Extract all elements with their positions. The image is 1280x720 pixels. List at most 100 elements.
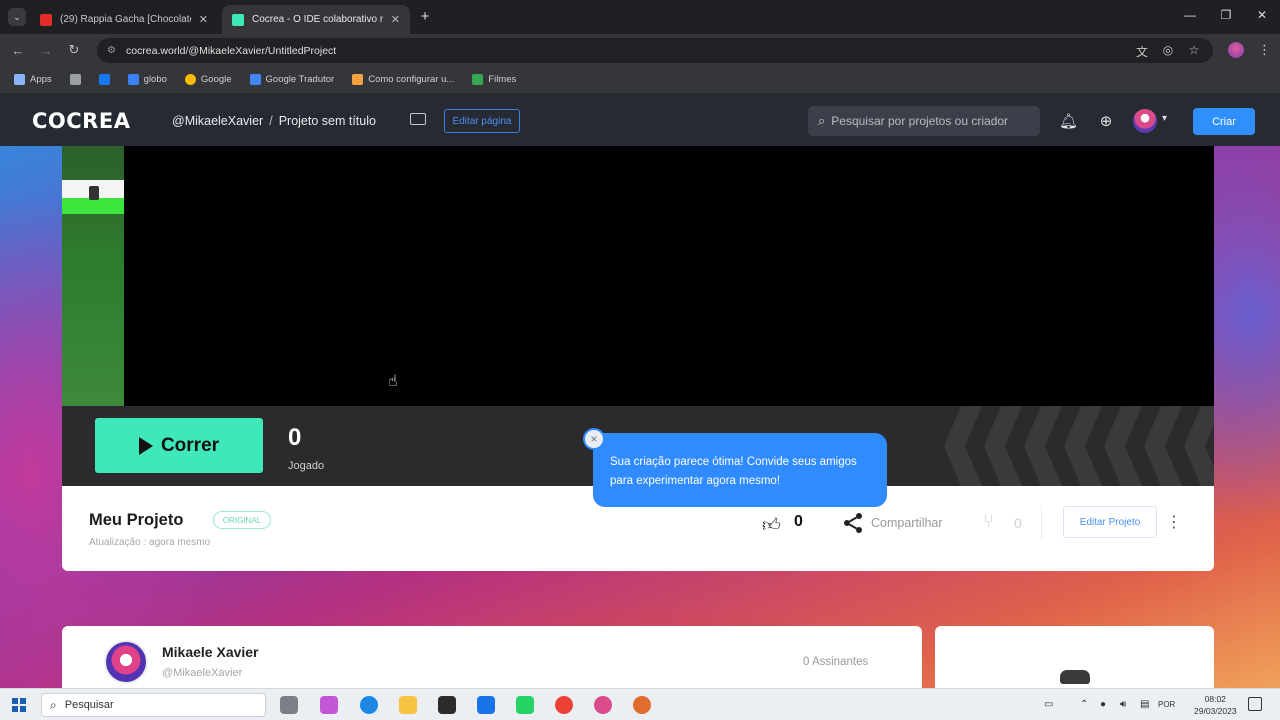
bookmark-filmes[interactable]: Filmes: [472, 74, 516, 85]
site-info-icon[interactable]: ⚙: [107, 45, 116, 56]
facebook-icon: [98, 74, 110, 85]
eye-off-icon[interactable]: ◎: [1160, 43, 1176, 57]
tab-close-icon[interactable]: ✕: [391, 13, 400, 26]
task-view-icon[interactable]: [280, 696, 298, 714]
tray-chevron-icon[interactable]: ⌃: [1080, 699, 1088, 710]
breadcrumb-user[interactable]: @MikaeleXavier: [172, 114, 263, 128]
taskbar-search-placeholder: Pesquisar: [64, 699, 114, 711]
tab-label: (29) Rappia Gacha [Chocolate: [60, 14, 191, 25]
bookmark-grid[interactable]: [69, 74, 81, 85]
network-icon[interactable]: ▤: [1140, 699, 1149, 710]
play-icon: [138, 436, 153, 455]
bell-icon[interactable]: 🔔︎: [1059, 112, 1078, 130]
google-translate-icon: [249, 74, 261, 85]
url-text: cocrea.world/@MikaeleXavier/UntitledProj…: [125, 44, 337, 57]
avatar[interactable]: [1133, 109, 1157, 133]
language-indicator[interactable]: POR: [1158, 700, 1175, 709]
bookmark-label: Google Tradutor: [265, 74, 335, 85]
apps-grid-icon: [14, 74, 25, 85]
hand-cursor-icon: ☝: [388, 373, 398, 390]
breadcrumb-project[interactable]: Projeto sem título: [279, 114, 376, 128]
bookmark-label: Filmes: [488, 74, 517, 85]
bookmark-apps[interactable]: Apps: [14, 74, 52, 85]
edit-project-button[interactable]: Editar Projeto: [1063, 506, 1157, 538]
run-button[interactable]: Correr: [95, 418, 263, 473]
file-explorer-icon[interactable]: [399, 696, 417, 714]
back-icon[interactable]: ←: [10, 42, 26, 58]
outlook-icon[interactable]: [477, 696, 495, 714]
bookmark-facebook[interactable]: [98, 74, 110, 85]
tab-search-icon[interactable]: ⌄: [8, 8, 26, 26]
subscriber-count: 0 Assinantes: [803, 656, 869, 668]
tooltip-close-icon[interactable]: ×: [583, 428, 605, 450]
project-updated: Atualização : agora mesmo: [89, 537, 211, 548]
browser-menu-icon[interactable]: ⋮: [1258, 42, 1271, 58]
restore-icon[interactable]: ❐: [1216, 8, 1236, 22]
windows-start-icon[interactable]: [12, 698, 26, 712]
game-preview-strip: [62, 146, 124, 406]
clock-time: 08:02: [1204, 694, 1226, 704]
reload-icon[interactable]: ↻: [66, 42, 82, 58]
original-badge: ORIGINAL: [213, 511, 271, 529]
minimize-icon[interactable]: —: [1180, 8, 1200, 22]
forward-icon[interactable]: →: [38, 42, 54, 58]
translate-icon[interactable]: 文: [1134, 43, 1150, 60]
edge-icon[interactable]: [360, 696, 378, 714]
store-icon[interactable]: [438, 696, 456, 714]
search-bar[interactable]: ⌕: [808, 106, 1040, 136]
project-title: Meu Projeto: [89, 511, 184, 529]
edit-page-button[interactable]: Editar página: [444, 109, 520, 133]
globe-icon[interactable]: ⊕: [1097, 112, 1115, 130]
bookmark-translate[interactable]: Google Tradutor: [249, 74, 335, 85]
tray-app-icon[interactable]: ●: [1100, 699, 1106, 710]
bookmark-star-icon[interactable]: ☆: [1186, 43, 1202, 57]
plays-label: Jogado: [288, 460, 325, 472]
bookmark-google[interactable]: Google: [184, 74, 232, 85]
like-count: 0: [794, 513, 803, 530]
more-options-icon[interactable]: ⋮: [1166, 512, 1182, 532]
bookmark-howto[interactable]: Como configurar u...: [352, 74, 454, 85]
breadcrumb-separator: /: [269, 114, 273, 128]
browser-tab-youtube[interactable]: (29) Rappia Gacha [Chocolate ✕: [30, 5, 218, 34]
chrome-icon[interactable]: [555, 696, 573, 714]
chrome-profile-icon[interactable]: [594, 696, 612, 714]
address-bar[interactable]: ⚙ cocrea.world/@MikaeleXavier/UntitledPr…: [97, 38, 1213, 63]
fork-icon[interactable]: ⑂: [983, 511, 994, 532]
search-input[interactable]: [831, 114, 1028, 128]
chevron-icon: [1064, 406, 1102, 486]
tooltip-text: Sua criação parece ótima! Convide seus a…: [610, 456, 857, 487]
browser-profile-icon[interactable]: [1228, 42, 1244, 58]
chevron-icon: [1184, 406, 1214, 486]
clock[interactable]: 08:02 29/03/2023: [1194, 693, 1237, 717]
message-icon[interactable]: [410, 113, 426, 125]
search-icon: ⌕: [818, 113, 826, 128]
create-button[interactable]: Criar: [1193, 108, 1255, 135]
cocrea-logo[interactable]: COCREA: [32, 109, 130, 133]
chevron-icon: [1144, 406, 1182, 486]
run-button-label: Correr: [160, 434, 220, 456]
thumbs-up-icon[interactable]: 👍︎: [762, 514, 781, 536]
close-window-icon[interactable]: ✕: [1252, 8, 1272, 22]
notification-icon[interactable]: [1248, 697, 1262, 711]
copilot-icon[interactable]: [320, 696, 338, 714]
tab-label: Cocrea - O IDE colaborativo no: [252, 14, 383, 25]
player-sprite: [89, 186, 99, 200]
author-avatar[interactable]: [104, 640, 148, 684]
tab-close-icon[interactable]: ✕: [199, 13, 208, 26]
clock-date: 29/03/2023: [1194, 706, 1237, 716]
share-icon[interactable]: [841, 511, 865, 535]
site-header: COCREA @MikaeleXavier / Projeto sem título…: [0, 94, 1280, 146]
chevron-down-icon[interactable]: ▾: [1162, 113, 1167, 124]
share-button[interactable]: Compartilhar: [871, 516, 943, 530]
bookmark-label: Google: [200, 74, 232, 85]
recorder-icon[interactable]: [633, 696, 651, 714]
whatsapp-icon[interactable]: [516, 696, 534, 714]
new-tab-icon[interactable]: +: [416, 7, 434, 25]
bookmark-globo[interactable]: globo: [127, 74, 167, 85]
author-name[interactable]: Mikaele Xavier: [162, 644, 259, 660]
weather-icon[interactable]: ▭: [1044, 699, 1053, 710]
browser-tab-cocrea[interactable]: Cocrea - O IDE colaborativo no ✕: [222, 5, 410, 34]
youtube-icon: [40, 13, 52, 26]
taskbar-search[interactable]: ⌕ Pesquisar: [41, 693, 266, 717]
volume-icon[interactable]: 🔊︎: [1120, 699, 1126, 710]
